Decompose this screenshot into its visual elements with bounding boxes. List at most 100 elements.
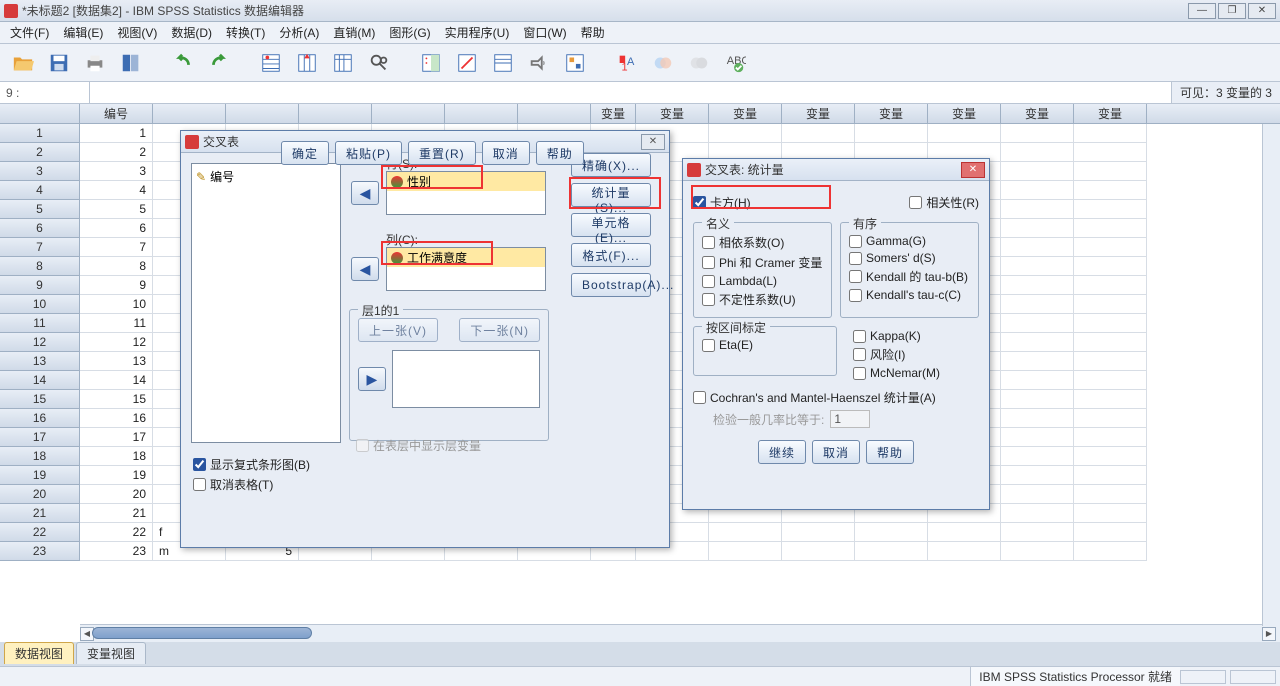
scroll-right-icon[interactable]: ▶: [1262, 627, 1276, 641]
row-header[interactable]: 5: [0, 200, 80, 219]
menu-analyze[interactable]: 分析(A): [273, 22, 325, 43]
move-to-layer-button[interactable]: ▶: [358, 367, 386, 391]
cell[interactable]: [782, 523, 855, 542]
cell[interactable]: [1074, 485, 1147, 504]
sets-icon[interactable]: [648, 48, 678, 78]
row-header[interactable]: 2: [0, 143, 80, 162]
cell[interactable]: 15: [80, 390, 153, 409]
row-header[interactable]: 8: [0, 257, 80, 276]
cell[interactable]: [1001, 143, 1074, 162]
bootstrap-button[interactable]: Bootstrap(A)...: [571, 273, 651, 297]
cells-button[interactable]: 单元格(E)...: [571, 213, 651, 237]
spellcheck-icon[interactable]: ABC: [720, 48, 750, 78]
cell[interactable]: [1001, 409, 1074, 428]
cancel-button[interactable]: 取消: [482, 141, 530, 165]
cell[interactable]: [1001, 219, 1074, 238]
value-labels-icon[interactable]: [524, 48, 554, 78]
row-list[interactable]: 性别: [386, 171, 546, 215]
row-header[interactable]: 15: [0, 390, 80, 409]
format-button[interactable]: 格式(F)...: [571, 243, 651, 267]
recall-dialog-icon[interactable]: [116, 48, 146, 78]
risk-check[interactable]: [853, 348, 866, 361]
cell[interactable]: 20: [80, 485, 153, 504]
cell[interactable]: [1001, 371, 1074, 390]
cell[interactable]: [1001, 257, 1074, 276]
cell[interactable]: 22: [80, 523, 153, 542]
cell[interactable]: [1001, 124, 1074, 143]
cell[interactable]: 2: [80, 143, 153, 162]
maximize-button[interactable]: ❐: [1218, 3, 1246, 19]
cell[interactable]: 7: [80, 238, 153, 257]
cell[interactable]: [1001, 466, 1074, 485]
somers-check[interactable]: [849, 252, 862, 265]
cell[interactable]: [1001, 485, 1074, 504]
paste-button[interactable]: 粘贴(P): [335, 141, 402, 165]
cell[interactable]: [1001, 542, 1074, 561]
open-icon[interactable]: [8, 48, 38, 78]
row-header[interactable]: 12: [0, 333, 80, 352]
cell[interactable]: [1001, 162, 1074, 181]
menu-transform[interactable]: 转换(T): [220, 22, 271, 43]
cell[interactable]: 5: [80, 200, 153, 219]
cell[interactable]: 1: [80, 124, 153, 143]
use-sets-icon[interactable]: [560, 48, 590, 78]
row-header[interactable]: 13: [0, 352, 80, 371]
move-to-rows-button[interactable]: ◀: [351, 181, 379, 205]
cell[interactable]: [1074, 124, 1147, 143]
cell[interactable]: [1074, 409, 1147, 428]
show-all-icon[interactable]: A1: [612, 48, 642, 78]
cell[interactable]: [928, 523, 1001, 542]
col-header[interactable]: [518, 104, 591, 123]
menu-graphs[interactable]: 图形(G): [383, 22, 436, 43]
cell[interactable]: [928, 124, 1001, 143]
cell[interactable]: [1074, 504, 1147, 523]
cell[interactable]: [1074, 200, 1147, 219]
prev-layer-button[interactable]: 上一张(V): [358, 318, 438, 342]
cell[interactable]: 13: [80, 352, 153, 371]
cell[interactable]: [1074, 257, 1147, 276]
gamma-check[interactable]: [849, 235, 862, 248]
cell[interactable]: [709, 124, 782, 143]
cell[interactable]: [1074, 314, 1147, 333]
cell[interactable]: [1001, 181, 1074, 200]
redo-icon[interactable]: [204, 48, 234, 78]
col-header[interactable]: 变量: [1074, 104, 1147, 123]
goto-variable-icon[interactable]: [292, 48, 322, 78]
menu-data[interactable]: 数据(D): [165, 22, 218, 43]
cell[interactable]: 14: [80, 371, 153, 390]
col-variable[interactable]: 工作满意度: [407, 249, 467, 266]
cell[interactable]: [1001, 447, 1074, 466]
cell[interactable]: [1074, 523, 1147, 542]
cell[interactable]: [1074, 238, 1147, 257]
cell[interactable]: [1074, 447, 1147, 466]
cell[interactable]: [855, 523, 928, 542]
col-header[interactable]: 变量: [591, 104, 636, 123]
cancel-button[interactable]: 取消: [812, 440, 860, 464]
tau-b-check[interactable]: [849, 270, 862, 283]
cell[interactable]: [1074, 276, 1147, 295]
col-header[interactable]: [372, 104, 445, 123]
source-variable-list[interactable]: ✎ 编号: [191, 163, 341, 443]
cell[interactable]: [855, 542, 928, 561]
variables-icon[interactable]: [328, 48, 358, 78]
cell[interactable]: 16: [80, 409, 153, 428]
cell[interactable]: 8: [80, 257, 153, 276]
cell[interactable]: [1001, 523, 1074, 542]
kappa-check[interactable]: [853, 330, 866, 343]
cell[interactable]: [1001, 428, 1074, 447]
cell[interactable]: [1074, 295, 1147, 314]
cell[interactable]: [709, 542, 782, 561]
dialog-close-button[interactable]: ✕: [641, 134, 665, 150]
cell[interactable]: [709, 523, 782, 542]
help-button[interactable]: 帮助: [866, 440, 914, 464]
continue-button[interactable]: 继续: [758, 440, 806, 464]
cell[interactable]: [1074, 466, 1147, 485]
cell[interactable]: [782, 124, 855, 143]
cell[interactable]: 23: [80, 542, 153, 561]
print-icon[interactable]: [80, 48, 110, 78]
correlations-check[interactable]: [909, 196, 922, 209]
row-header[interactable]: 4: [0, 181, 80, 200]
horizontal-scrollbar[interactable]: ◀ ▶: [80, 624, 1280, 642]
row-header[interactable]: 17: [0, 428, 80, 447]
cell[interactable]: [782, 542, 855, 561]
